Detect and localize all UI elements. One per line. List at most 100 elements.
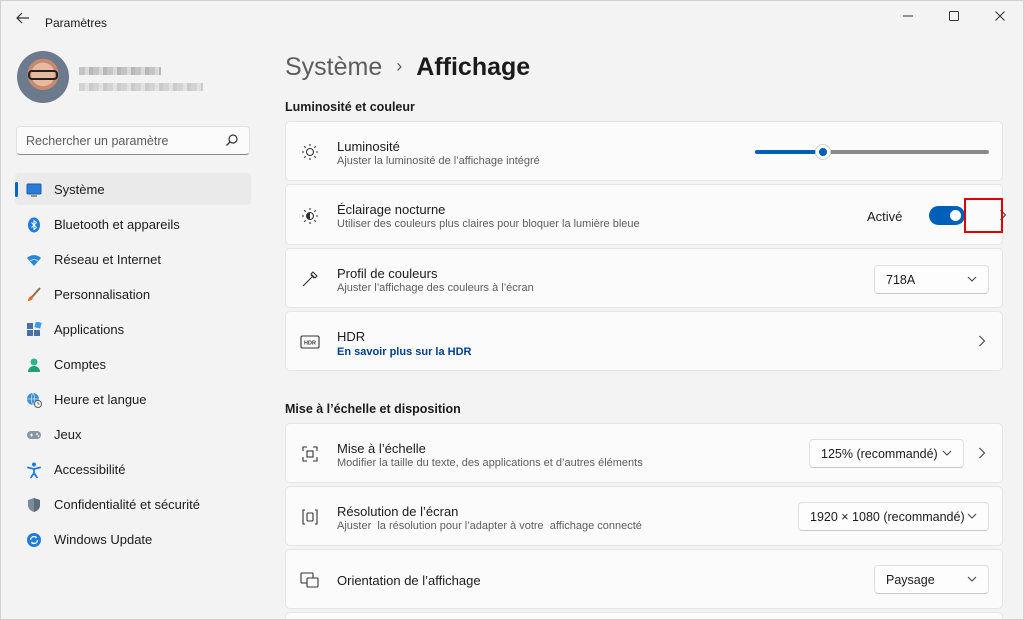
- hdr-card[interactable]: HDR HDR En savoir plus sur la HDR: [285, 311, 1003, 371]
- resolution-title: Résolution de l’écran: [337, 504, 459, 519]
- breadcrumb-separator: ›: [396, 56, 403, 76]
- brightness-subtitle: Ajuster la luminosité de l’affichage int…: [337, 155, 540, 167]
- title-bar: Paramètres: [1, 1, 1023, 33]
- person-icon: [26, 357, 42, 373]
- user-email-blurred: [79, 83, 203, 91]
- sidebar-item-label: Applications: [54, 322, 125, 337]
- resolution-icon: [300, 507, 320, 527]
- sidebar-item-label: Confidentialité et sécurité: [54, 497, 200, 512]
- color-profile-dropdown[interactable]: 718A: [874, 265, 989, 294]
- sidebar-item-comptes[interactable]: Comptes: [15, 348, 251, 380]
- search-placeholder: Rechercher un paramètre: [26, 134, 169, 148]
- wifi-icon: [26, 252, 42, 268]
- scale-icon: [300, 444, 320, 464]
- section-title-scale-layout: Mise à l’échelle et disposition: [285, 402, 461, 416]
- sidebar-item-systeme[interactable]: Système: [15, 173, 251, 205]
- scale-title: Mise à l’échelle: [337, 441, 426, 456]
- sidebar-item-label: Accessibilité: [54, 462, 126, 477]
- sidebar-nav: Système Bluetooth et appareils Réseau et…: [15, 173, 251, 558]
- night-light-icon: [300, 206, 320, 226]
- sidebar-item-label: Windows Update: [54, 532, 153, 547]
- sun-icon: [300, 142, 320, 162]
- sidebar-item-label: Bluetooth et appareils: [54, 217, 180, 232]
- maximize-icon: [949, 11, 959, 21]
- avatar: [17, 51, 69, 103]
- dropdown-value: 125% (recommandé): [821, 447, 938, 461]
- page-title: Affichage: [416, 53, 531, 81]
- sidebar-item-label: Personnalisation: [54, 287, 151, 302]
- update-icon: [26, 532, 42, 548]
- night-light-title: Éclairage nocturne: [337, 202, 446, 217]
- sidebar-item-personnalisation[interactable]: Personnalisation: [15, 278, 251, 310]
- window-controls: [885, 1, 1023, 31]
- breadcrumb-parent[interactable]: Système: [285, 53, 382, 81]
- chevron-down-icon: [942, 450, 952, 456]
- resolution-subtitle: Ajuster la résolution pour l’adapter à v…: [337, 520, 642, 532]
- sidebar-item-jeux[interactable]: Jeux: [15, 418, 251, 450]
- resolution-dropdown[interactable]: 1920 × 1080 (recommandé): [798, 502, 989, 531]
- sidebar-item-accessibilite[interactable]: Accessibilité: [15, 453, 251, 485]
- section-title-brightness-color: Luminosité et couleur: [285, 100, 415, 114]
- sidebar-item-label: Réseau et Internet: [54, 252, 161, 267]
- breadcrumb: Système › Affichage: [285, 53, 530, 82]
- bluetooth-icon: [26, 217, 42, 233]
- scale-open-button[interactable]: [976, 447, 988, 461]
- slider-thumb[interactable]: [814, 144, 831, 160]
- sidebar-item-reseau[interactable]: Réseau et Internet: [15, 243, 251, 275]
- slider-fill: [755, 150, 823, 154]
- orientation-icon: [300, 570, 320, 590]
- sidebar-item-heure-langue[interactable]: Heure et langue: [15, 383, 251, 415]
- search-input[interactable]: Rechercher un paramètre: [16, 126, 250, 155]
- hdr-learn-more-link[interactable]: En savoir plus sur la HDR: [337, 346, 471, 358]
- color-profile-title: Profil de couleurs: [337, 266, 438, 281]
- shield-icon: [26, 497, 42, 513]
- user-name-blurred: [79, 67, 161, 75]
- night-light-toggle[interactable]: [929, 206, 965, 225]
- eyedropper-icon: [300, 269, 320, 289]
- orientation-dropdown[interactable]: Paysage: [874, 565, 989, 594]
- sidebar-item-label: Jeux: [54, 427, 82, 442]
- dropdown-value: 718A: [886, 273, 916, 287]
- night-light-state-label: Activé: [867, 209, 903, 224]
- highlight-box: [964, 198, 1003, 233]
- brush-icon: [26, 287, 42, 303]
- minimize-button[interactable]: [885, 1, 931, 31]
- minimize-icon: [903, 15, 913, 17]
- maximize-button[interactable]: [931, 1, 977, 31]
- gamepad-icon: [26, 427, 42, 443]
- brightness-slider[interactable]: [755, 144, 989, 160]
- close-icon: [995, 11, 1005, 21]
- sidebar-item-windows-update[interactable]: Windows Update: [15, 523, 251, 555]
- color-profile-subtitle: Ajuster l’affichage des couleurs à l’écr…: [337, 282, 534, 294]
- hdr-title: HDR: [337, 329, 366, 344]
- apps-icon: [26, 322, 42, 338]
- back-button[interactable]: [13, 11, 33, 27]
- monitor-icon: [26, 182, 42, 198]
- globe-clock-icon: [26, 392, 42, 408]
- dropdown-value: Paysage: [886, 573, 935, 587]
- toggle-knob: [950, 210, 961, 221]
- dropdown-value: 1920 × 1080 (recommandé): [810, 510, 965, 524]
- orientation-title: Orientation de l’affichage: [337, 573, 481, 588]
- chevron-right-icon: [979, 447, 986, 459]
- scale-dropdown[interactable]: 125% (recommandé): [809, 439, 964, 468]
- sidebar-item-label: Système: [54, 182, 105, 197]
- sidebar-item-applications[interactable]: Applications: [15, 313, 251, 345]
- hdr-icon: HDR: [300, 332, 320, 352]
- arrow-left-icon: [16, 12, 29, 24]
- next-card-partial: [285, 612, 1003, 619]
- app-title: Paramètres: [45, 16, 108, 30]
- chevron-right-icon: [979, 335, 986, 347]
- search-icon: [226, 134, 238, 146]
- close-button[interactable]: [977, 1, 1023, 31]
- chevron-down-icon: [967, 576, 977, 582]
- accessibility-icon: [26, 462, 42, 478]
- sidebar-item-label: Comptes: [54, 357, 107, 372]
- svg-text:HDR: HDR: [304, 341, 316, 347]
- hdr-open-button[interactable]: [976, 335, 988, 349]
- sidebar-item-confidentialite[interactable]: Confidentialité et sécurité: [15, 488, 251, 520]
- chevron-down-icon: [967, 513, 977, 519]
- brightness-title: Luminosité: [337, 139, 400, 154]
- sidebar-item-bluetooth[interactable]: Bluetooth et appareils: [15, 208, 251, 240]
- chevron-down-icon: [967, 276, 977, 282]
